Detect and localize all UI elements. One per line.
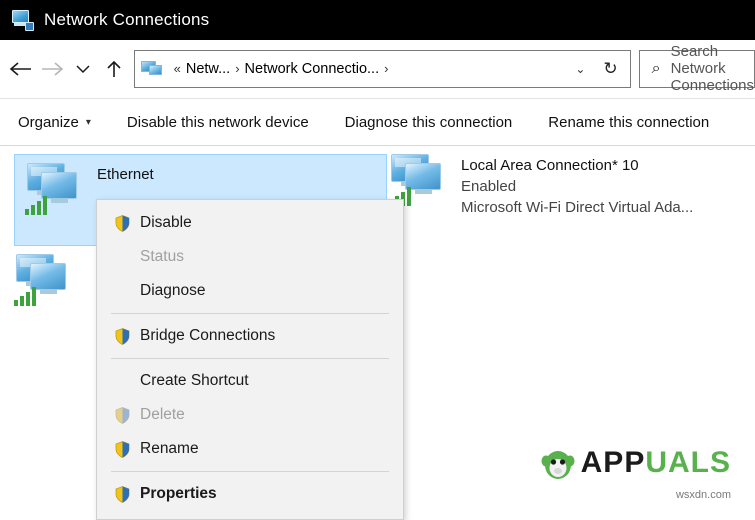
shield-icon: [115, 441, 130, 458]
window-title: Network Connections: [44, 10, 209, 30]
shield-icon: [115, 486, 130, 503]
menu-item-label: Disable: [140, 214, 192, 232]
menu-item-bridge-connections[interactable]: Bridge Connections: [97, 319, 403, 353]
menu-item-label: Rename: [140, 440, 199, 458]
command-bar: Organize ▾ Disable this network device D…: [0, 98, 755, 146]
rename-connection-label: Rename this connection: [548, 114, 709, 131]
menu-item-label: Properties: [140, 485, 217, 503]
disable-device-label: Disable this network device: [127, 114, 309, 131]
connection-status: Enabled: [461, 178, 693, 195]
watermark-text: APPUALS: [581, 446, 731, 480]
forward-arrow-icon[interactable]: [37, 49, 68, 89]
diagnose-connection-label: Diagnose this connection: [345, 114, 513, 131]
organize-button[interactable]: Organize ▾: [0, 114, 109, 131]
chevron-down-icon: ▾: [86, 117, 91, 128]
list-item[interactable]: Local Area Connection* 10 Enabled Micros…: [389, 154, 749, 216]
network-adapter-icon: [25, 163, 85, 215]
connection-name: Ethernet: [97, 166, 154, 183]
back-arrow-icon[interactable]: [6, 49, 37, 89]
menu-item-label: Create Shortcut: [140, 372, 249, 390]
menu-separator: [111, 471, 389, 472]
connection-name: Local Area Connection* 10: [461, 157, 693, 174]
refresh-icon[interactable]: ↻: [595, 59, 625, 79]
organize-label: Organize: [18, 114, 79, 131]
search-placeholder: Search Network Connections: [671, 43, 754, 94]
watermark: APPUALS: [541, 445, 731, 481]
menu-item-delete: Delete: [97, 398, 403, 432]
search-input[interactable]: ⌕ Search Network Connections: [639, 50, 755, 88]
signal-bars-icon: [14, 286, 38, 306]
breadcrumb-item-0[interactable]: Netw...: [186, 61, 230, 77]
shield-icon: [115, 407, 130, 424]
folder-network-icon: [141, 59, 165, 79]
breadcrumb-separator-1[interactable]: ›: [381, 61, 391, 76]
signal-bars-icon: [25, 195, 49, 215]
network-connections-icon: [12, 9, 34, 31]
watermark-footer: wsxdn.com: [676, 489, 731, 501]
connections-list: Ethernet Local Area Connection* 10 Enabl…: [0, 146, 755, 507]
connection-adapter: Microsoft Wi-Fi Direct Virtual Ada...: [461, 199, 693, 216]
rename-connection-button[interactable]: Rename this connection: [530, 114, 727, 131]
menu-item-label: Delete: [140, 406, 185, 424]
breadcrumb-item-1[interactable]: Network Connectio...: [245, 61, 380, 77]
list-item[interactable]: [14, 254, 74, 306]
menu-item-label: Bridge Connections: [140, 327, 275, 345]
watermark-text-a: APP: [581, 446, 646, 479]
up-arrow-icon[interactable]: [99, 49, 130, 89]
menu-item-rename[interactable]: Rename: [97, 432, 403, 466]
network-adapter-icon: [14, 254, 74, 306]
menu-separator: [111, 358, 389, 359]
menu-item-diagnose[interactable]: Diagnose: [97, 274, 403, 308]
search-icon: ⌕: [652, 60, 661, 78]
appuals-logo-icon: [541, 445, 575, 481]
menu-item-status: Status: [97, 240, 403, 274]
breadcrumb-overflow[interactable]: «: [171, 61, 184, 76]
menu-item-create-shortcut[interactable]: Create Shortcut: [97, 364, 403, 398]
menu-item-properties[interactable]: Properties: [97, 477, 403, 511]
menu-separator: [111, 313, 389, 314]
title-bar: Network Connections: [0, 0, 755, 40]
menu-item-disable[interactable]: Disable: [97, 206, 403, 240]
breadcrumb[interactable]: « Netw... › Network Connectio... › ⌄ ↻: [134, 50, 631, 88]
context-menu[interactable]: Disable Status Diagnose Bridge Connectio…: [96, 199, 404, 520]
navigation-bar: « Netw... › Network Connectio... › ⌄ ↻ ⌕…: [0, 40, 755, 98]
disable-network-device-button[interactable]: Disable this network device: [109, 114, 327, 131]
breadcrumb-separator-0: ›: [232, 61, 242, 76]
chevron-down-icon[interactable]: [68, 49, 99, 89]
diagnose-connection-button[interactable]: Diagnose this connection: [327, 114, 531, 131]
watermark-text-b: UALS: [645, 446, 731, 479]
shield-icon: [115, 328, 130, 345]
menu-item-label: Diagnose: [140, 282, 206, 300]
menu-item-label: Status: [140, 248, 184, 266]
breadcrumb-dropdown-icon[interactable]: ⌄: [567, 62, 593, 76]
shield-icon: [115, 215, 130, 232]
